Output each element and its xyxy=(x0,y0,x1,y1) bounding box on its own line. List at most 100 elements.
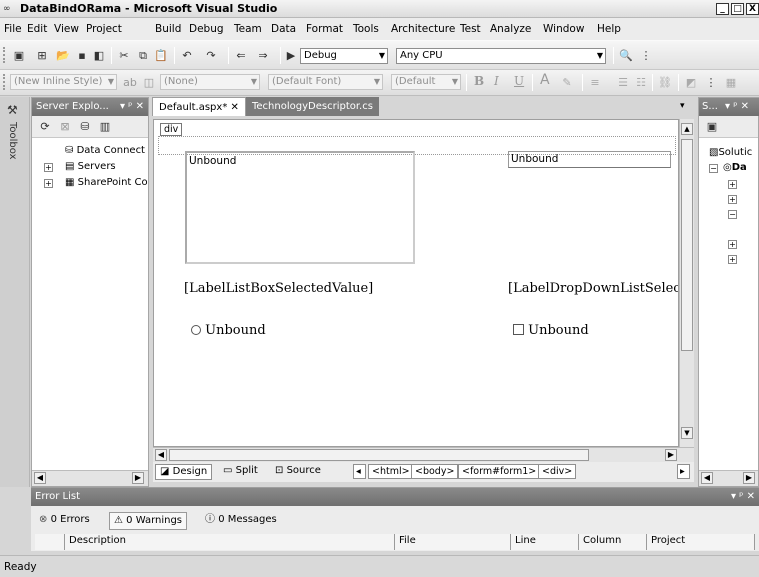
menu-tools[interactable]: Tools xyxy=(353,23,379,35)
bold-button[interactable]: B xyxy=(474,74,484,88)
expand-icon[interactable]: + xyxy=(728,180,737,189)
design-toolbar-icon[interactable]: ◩ xyxy=(684,76,698,89)
menu-analyze[interactable]: Analyze xyxy=(490,23,531,35)
crumb-back-icon[interactable]: ◂ xyxy=(353,464,366,479)
scroll-up-icon[interactable]: ▲ xyxy=(681,123,693,135)
menu-build[interactable]: Build xyxy=(155,23,181,35)
expand-icon[interactable]: + xyxy=(728,255,737,264)
tree-item-sharepoint[interactable]: ▦ SharePoint Co xyxy=(65,177,148,188)
menu-data[interactable]: Data xyxy=(271,23,296,35)
connect-server-icon[interactable]: ▥ xyxy=(98,120,112,133)
column-header-line[interactable]: Line xyxy=(511,534,579,550)
format-extra-icon[interactable]: ▦ xyxy=(724,76,738,89)
expand-icon[interactable]: + xyxy=(728,195,737,204)
menu-window[interactable]: Window xyxy=(543,23,584,35)
collapse-icon[interactable]: − xyxy=(728,210,737,219)
tree-item-project[interactable]: ◎Da xyxy=(723,162,747,173)
hyperlink-icon[interactable]: ⛓ xyxy=(658,76,672,89)
start-debugging-icon[interactable]: ▶ xyxy=(284,49,298,62)
stop-icon[interactable]: ⊠ xyxy=(58,120,72,133)
save-all-icon[interactable]: ◧ xyxy=(92,49,106,62)
highlight-icon[interactable]: ✎ xyxy=(560,76,574,89)
close-icon[interactable]: ✕ xyxy=(231,102,239,113)
checkbox-control[interactable]: Unbound xyxy=(513,323,589,338)
connect-database-icon[interactable]: ⛁ xyxy=(78,120,92,133)
save-icon[interactable]: ▪ xyxy=(75,49,89,62)
menu-edit[interactable]: Edit xyxy=(27,23,47,35)
design-surface[interactable]: div Unbound Unbound [LabelListBoxSelecte… xyxy=(153,119,679,447)
crumb-forward-icon[interactable]: ▸ xyxy=(677,464,690,479)
panel-controls[interactable]: ▾ ᵖ ✕ xyxy=(120,101,144,112)
dropdownlist-control[interactable]: Unbound xyxy=(508,151,671,168)
attach-stylesheet-icon[interactable]: ◫ xyxy=(142,76,156,89)
menu-team[interactable]: Team xyxy=(234,23,262,35)
toolbar-grip[interactable] xyxy=(3,47,6,63)
scroll-right-icon[interactable]: ▶ xyxy=(665,449,677,461)
tab-list-icon[interactable]: ▾ xyxy=(680,101,685,111)
toolbox-icon[interactable]: ⚒ xyxy=(7,103,18,117)
menu-test[interactable]: Test xyxy=(460,23,481,35)
panel-controls[interactable]: ▾ ᵖ ✕ xyxy=(731,491,755,502)
warnings-filter-button[interactable]: ⚠ 0 Warnings xyxy=(109,512,188,530)
open-file-icon[interactable]: 📂 xyxy=(56,49,70,62)
navigate-forward-icon[interactable]: ⇒ xyxy=(256,49,270,62)
toolbar-grip[interactable] xyxy=(3,74,6,90)
vertical-scrollbar[interactable]: ▲ ▼ xyxy=(679,119,694,447)
checkbox-icon[interactable] xyxy=(513,324,524,335)
scroll-down-icon[interactable]: ▼ xyxy=(681,427,693,439)
tree-item-data-connections[interactable]: ⛁ Data Connect xyxy=(65,145,145,156)
menu-format[interactable]: Format xyxy=(306,23,343,35)
crumb-div[interactable]: <div> xyxy=(538,464,577,479)
scroll-left-icon[interactable]: ◀ xyxy=(34,472,46,484)
source-view-button[interactable]: ⊡ Source xyxy=(271,464,325,480)
block-format-dropdown[interactable]: (None) ▼ xyxy=(160,74,260,90)
design-view-button[interactable]: ◪ Design xyxy=(155,464,213,480)
refresh-icon[interactable]: ⟳ xyxy=(38,120,52,133)
solution-config-dropdown[interactable]: Debug ▼ xyxy=(300,48,388,64)
scroll-right-icon[interactable]: ▶ xyxy=(743,472,755,484)
toolbox-tab[interactable]: Toolbox xyxy=(7,122,18,160)
scroll-thumb[interactable] xyxy=(681,139,693,351)
maximize-button[interactable]: □ xyxy=(731,3,744,15)
font-size-dropdown[interactable]: (Default ▼ xyxy=(391,74,461,90)
new-project-icon[interactable]: ▣ xyxy=(12,49,26,62)
column-header-file[interactable]: File xyxy=(395,534,511,550)
navigate-backward-icon[interactable]: ⇐ xyxy=(234,49,248,62)
tab-default-aspx[interactable]: Default.aspx* ✕ xyxy=(152,97,246,116)
horizontal-scrollbar[interactable]: ◀ ▶ xyxy=(153,447,694,462)
horizontal-scrollbar[interactable]: ◀ ▶ xyxy=(32,470,148,486)
toolbar-overflow-icon[interactable]: ⋮ xyxy=(639,49,653,62)
split-view-button[interactable]: ▭ Split xyxy=(219,464,262,480)
find-icon[interactable]: 🔍 xyxy=(619,49,633,62)
expand-icon[interactable]: + xyxy=(728,240,737,249)
menu-file[interactable]: File xyxy=(4,23,22,35)
new-style-icon[interactable]: ab xyxy=(123,76,137,89)
listbox-control[interactable]: Unbound xyxy=(185,151,415,264)
bullet-list-icon[interactable]: ☷ xyxy=(634,76,648,89)
crumb-html[interactable]: <html> xyxy=(368,464,414,479)
underline-button[interactable]: U xyxy=(514,74,524,88)
menu-architecture[interactable]: Architecture xyxy=(391,23,455,35)
scroll-left-icon[interactable]: ◀ xyxy=(701,472,713,484)
crumb-body[interactable]: <body> xyxy=(411,464,459,479)
close-button[interactable]: X xyxy=(746,3,759,15)
undo-icon[interactable]: ↶ xyxy=(180,49,194,62)
horizontal-scrollbar[interactable]: ◀ ▶ xyxy=(699,470,758,486)
menu-help[interactable]: Help xyxy=(597,23,621,35)
minimize-button[interactable]: _ xyxy=(716,3,729,15)
column-header-project[interactable]: Project xyxy=(647,534,755,550)
radio-icon[interactable] xyxy=(191,325,201,335)
messages-filter-button[interactable]: ⓘ 0 Messages xyxy=(201,512,281,530)
tree-item-servers[interactable]: ▤ Servers xyxy=(65,161,116,172)
add-item-icon[interactable]: ⊞ xyxy=(35,49,49,62)
font-color-button[interactable]: A xyxy=(540,72,550,88)
redo-icon[interactable]: ↷ xyxy=(204,49,218,62)
errors-filter-button[interactable]: ⊗ 0 Errors xyxy=(35,512,94,530)
panel-controls[interactable]: ▾ ᵖ ✕ xyxy=(725,101,749,112)
crumb-form[interactable]: <form#form1> xyxy=(458,464,541,479)
scroll-left-icon[interactable]: ◀ xyxy=(155,449,167,461)
tab-technology-descriptor[interactable]: TechnologyDescriptor.cs xyxy=(246,97,379,116)
radiobutton-control[interactable]: Unbound xyxy=(191,323,266,338)
toolbar-overflow-icon[interactable]: ⋮ xyxy=(704,76,718,89)
menu-view[interactable]: View xyxy=(54,23,79,35)
